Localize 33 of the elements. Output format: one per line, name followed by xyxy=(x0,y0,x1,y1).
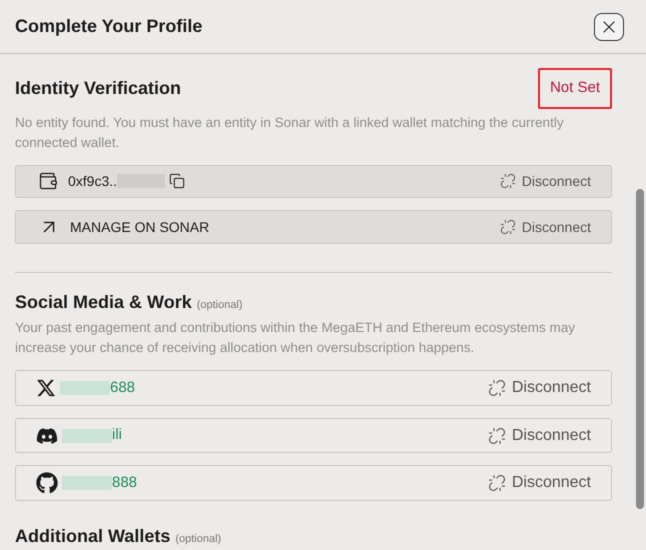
optional-label: (optional) xyxy=(196,298,243,314)
account-handle: ili xyxy=(112,425,122,446)
github-logo-icon xyxy=(36,472,58,494)
disconnect-button[interactable]: Disconnect xyxy=(488,376,591,400)
redaction-block xyxy=(60,381,110,396)
disconnect-button[interactable]: Disconnect xyxy=(500,170,591,192)
section-title: Identity Verification xyxy=(15,76,182,100)
close-button[interactable] xyxy=(594,12,624,40)
account-handle: 688 xyxy=(110,378,136,398)
disconnect-button[interactable]: Disconnect xyxy=(500,216,591,238)
optional-label: (optional) xyxy=(175,532,222,548)
x-logo-icon xyxy=(36,378,56,398)
disconnect-button[interactable]: Disconnect xyxy=(488,424,591,448)
account-handle: 888 xyxy=(112,472,138,493)
disconnect-button[interactable]: Disconnect xyxy=(488,471,591,496)
manage-label: MANAGE ON SONAR xyxy=(70,218,210,237)
wallet-icon xyxy=(38,171,58,192)
broken-link-icon xyxy=(500,173,516,190)
broken-link-icon xyxy=(500,219,516,236)
broken-link-icon xyxy=(488,379,506,398)
dialog-title: Complete Your Profile xyxy=(15,15,202,38)
redaction-block xyxy=(62,428,112,443)
status-label: Not Set xyxy=(538,68,612,108)
redaction-block xyxy=(62,476,112,490)
section-description: No entity found. You must have an entity in Sonar with a linked wallet matching the currently connected wallet. xyxy=(15,114,565,152)
wallet-address: 0xf9c3.. xyxy=(68,172,118,191)
manage-row[interactable]: MANAGE ON SONAR Disconnect xyxy=(15,210,612,244)
section-description: Your past engagement and contributions within the MegaETH and Ethereum ecosystems may increase your chance of receiving allocation when oversubscription happens. xyxy=(15,319,576,358)
section-title: Additional Wallets xyxy=(15,525,170,548)
copy-icon[interactable] xyxy=(169,173,186,190)
broken-link-icon xyxy=(488,474,506,492)
section-title: Social Media & Work xyxy=(15,291,192,314)
broken-link-icon xyxy=(488,426,506,445)
